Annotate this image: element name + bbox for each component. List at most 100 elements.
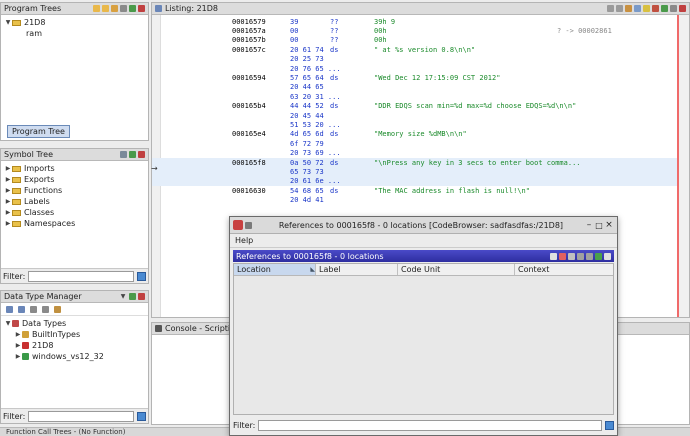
snapshot-icon[interactable] bbox=[129, 151, 136, 158]
delete-icon[interactable] bbox=[577, 252, 584, 260]
expand-icon[interactable]: ▶ bbox=[4, 209, 12, 216]
references-titlebar[interactable]: References to 000165f8 - 0 locations [Co… bbox=[230, 217, 617, 234]
dtm-item-windows[interactable]: ▶ windows_vs12_32 bbox=[4, 351, 145, 362]
dtm-item-builtin[interactable]: ▶ BuiltInTypes bbox=[4, 329, 145, 340]
listing-row[interactable]: 0001657a 00?? 00h ? -> 00002861 bbox=[152, 26, 677, 35]
symbol-item-classes[interactable]: ▶ Classes bbox=[4, 207, 145, 218]
symbol-item-exports[interactable]: ▶ Exports bbox=[4, 174, 145, 185]
expand-icon[interactable]: ▶ bbox=[4, 165, 12, 172]
expand-icon[interactable]: ▶ bbox=[14, 331, 22, 338]
listing-row[interactable]: 20 73 69 ... bbox=[152, 149, 677, 158]
menu-icon[interactable] bbox=[120, 5, 127, 12]
column-location[interactable]: Location ◣ bbox=[234, 264, 316, 275]
close-icon[interactable] bbox=[138, 151, 145, 158]
column-label[interactable]: Label bbox=[316, 264, 398, 275]
references-subtitle-bar: References to 000165f8 - 0 locations bbox=[233, 250, 614, 262]
menu-help[interactable]: Help bbox=[235, 236, 253, 245]
symbol-filter-bar: Filter: bbox=[1, 268, 148, 283]
maximize-button[interactable]: □ bbox=[594, 221, 604, 230]
copy-icon[interactable] bbox=[607, 5, 614, 12]
expand-icon[interactable]: ▶ bbox=[4, 220, 12, 227]
expand-icon[interactable]: ▶ bbox=[4, 176, 12, 183]
expand-all-icon[interactable] bbox=[30, 305, 37, 313]
menu-icon[interactable] bbox=[670, 5, 677, 12]
listing-overview-bar[interactable] bbox=[677, 15, 679, 317]
listing-scrollbar[interactable] bbox=[678, 15, 689, 317]
symbol-item-imports[interactable]: ▶ Imports bbox=[4, 163, 145, 174]
symbol-item-namespaces[interactable]: ▶ Namespaces bbox=[4, 218, 145, 229]
diff-icon[interactable] bbox=[634, 5, 641, 12]
filter-options-icon[interactable] bbox=[137, 271, 146, 281]
listing-row[interactable]: 0001657b 00?? 00h bbox=[152, 36, 677, 45]
dtm-root[interactable]: ▼ Data Types bbox=[4, 318, 145, 329]
listing-row-selected[interactable]: 000165f8 0a 50 72 ds "\nPress any key in 3 … bbox=[152, 158, 677, 168]
listing-row[interactable]: 20 44 65 bbox=[152, 83, 677, 92]
filter-icon[interactable] bbox=[550, 252, 557, 260]
collapse-icon[interactable]: ▼ bbox=[4, 19, 12, 26]
close-button[interactable]: × bbox=[604, 220, 614, 230]
snapshot-icon[interactable] bbox=[129, 5, 136, 12]
references-filter-input[interactable] bbox=[258, 419, 602, 431]
filter-options-icon[interactable] bbox=[137, 411, 146, 421]
listing-row[interactable]: 00016579 39?? 39h 9 bbox=[152, 17, 677, 26]
snapshot-icon[interactable] bbox=[661, 5, 668, 12]
select-icon[interactable] bbox=[586, 252, 593, 260]
symbol-filter-input[interactable] bbox=[28, 270, 134, 282]
pin-icon[interactable] bbox=[245, 221, 252, 229]
dtm-filter-input[interactable] bbox=[28, 410, 134, 422]
listing-row[interactable]: 00016594 57 65 64 ds "Wed Dec 12 17:15:09 C… bbox=[152, 73, 677, 82]
listing-row[interactable]: 63 20 31 ... bbox=[152, 92, 677, 101]
listing-row[interactable]: 000165b4 44 44 52 ds "DDR EDQS scan min=%d … bbox=[152, 102, 677, 111]
column-context[interactable]: Context bbox=[515, 264, 613, 275]
collapse-all-icon[interactable] bbox=[42, 305, 49, 313]
close-icon[interactable] bbox=[138, 5, 145, 12]
listing-row[interactable]: 20 4d 41 bbox=[152, 196, 677, 205]
snapshot-icon[interactable] bbox=[595, 252, 602, 260]
open-tree-icon[interactable] bbox=[93, 5, 100, 12]
listing-row[interactable]: 6f 72 79 bbox=[152, 139, 677, 148]
listing-row[interactable]: 20 25 73 bbox=[152, 55, 677, 64]
dtm-item-program[interactable]: ▶ 21D8 bbox=[4, 340, 145, 351]
home-icon[interactable] bbox=[559, 252, 566, 260]
column-code-unit[interactable]: Code Unit bbox=[398, 264, 515, 275]
folder-icon[interactable] bbox=[102, 5, 109, 12]
sort-icon[interactable] bbox=[54, 305, 61, 313]
paste-icon[interactable] bbox=[616, 5, 623, 12]
listing-row[interactable]: 0001657c 20 61 74 ds " at %s version 0.8\n\… bbox=[152, 45, 677, 54]
listing-row[interactable]: 51 53 20 ... bbox=[152, 120, 677, 129]
expand-icon[interactable]: ▶ bbox=[4, 198, 12, 205]
program-tree-tab[interactable]: Program Tree bbox=[7, 125, 70, 138]
close-icon[interactable] bbox=[679, 5, 686, 12]
back-icon[interactable] bbox=[6, 305, 13, 313]
expand-icon[interactable]: ▶ bbox=[4, 187, 12, 194]
tree-item-ram[interactable]: ram bbox=[4, 28, 145, 39]
listing-row[interactable]: 20 45 44 bbox=[152, 111, 677, 120]
symbol-item-functions[interactable]: ▶ Functions bbox=[4, 185, 145, 196]
highlight-icon[interactable] bbox=[643, 5, 650, 12]
listing-header: Listing: 21D8 bbox=[152, 3, 689, 15]
chevron-down-icon[interactable]: ▼ bbox=[119, 293, 127, 300]
listing-row[interactable]: 20 76 65 ... bbox=[152, 64, 677, 73]
listing-address: 000165e4 bbox=[232, 130, 266, 139]
close-icon[interactable] bbox=[138, 293, 145, 300]
forward-icon[interactable] bbox=[18, 305, 25, 313]
listing-row-selected[interactable]: 65 73 73 bbox=[152, 167, 677, 177]
tree-root[interactable]: ▼ 21D8 bbox=[4, 17, 145, 28]
symbol-nav-icon[interactable] bbox=[120, 151, 127, 158]
field-icon[interactable] bbox=[625, 5, 632, 12]
symbol-item-labels[interactable]: ▶ Labels bbox=[4, 196, 145, 207]
references-table-header: Location ◣ Label Code Unit Context bbox=[234, 264, 613, 276]
expand-icon[interactable]: ▶ bbox=[14, 353, 22, 360]
expand-icon[interactable]: ▶ bbox=[14, 342, 22, 349]
collapse-icon[interactable]: ▼ bbox=[4, 320, 12, 327]
filter-options-icon[interactable] bbox=[605, 420, 614, 430]
snapshot-icon[interactable] bbox=[129, 293, 136, 300]
refresh-icon[interactable] bbox=[568, 252, 575, 260]
listing-row[interactable]: 000165e4 4d 65 6d ds "Memory size %dMB\n\n" bbox=[152, 130, 677, 139]
home-icon[interactable] bbox=[652, 5, 659, 12]
listing-row-selected[interactable]: 20 61 6e ... bbox=[152, 176, 677, 187]
listing-row[interactable]: 00016630 54 68 65 ds "The MAC address in fl… bbox=[152, 186, 677, 195]
close-icon[interactable] bbox=[604, 252, 611, 260]
minimize-button[interactable]: – bbox=[584, 220, 594, 230]
view-icon[interactable] bbox=[111, 5, 118, 12]
